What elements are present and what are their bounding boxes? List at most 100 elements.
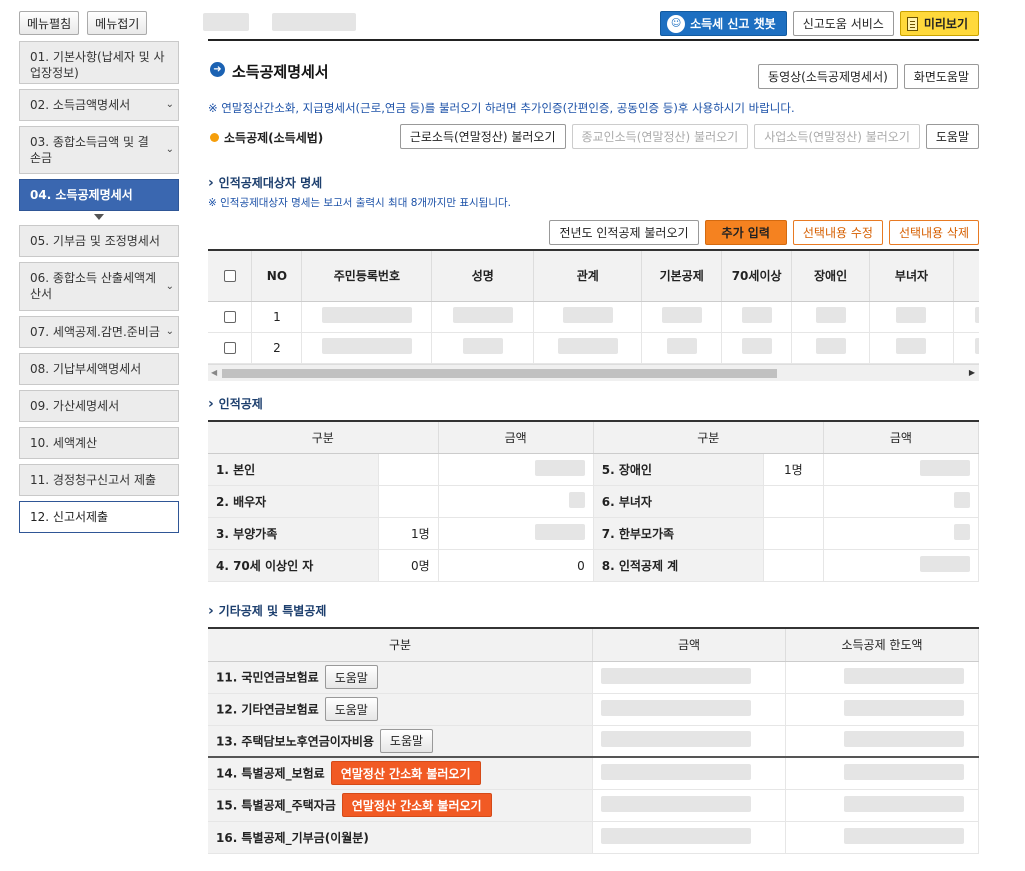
pd-value: [378, 453, 439, 486]
od-limit: [785, 821, 979, 854]
other-pension-help-button[interactable]: 도움말: [324, 697, 378, 721]
sidebar-item-total-income[interactable]: 03. 종합소득금액 및 결손금 ⌄: [19, 126, 179, 174]
pd-label-female-head: 6. 부녀자: [593, 485, 764, 518]
select-all-checkbox[interactable]: [223, 270, 236, 283]
od-limit: [785, 693, 979, 726]
redacted-cell: [533, 301, 643, 333]
col-female-head: 부녀자: [869, 251, 954, 302]
redacted-cell: [301, 301, 433, 333]
page-title: 소득공제명세서: [232, 63, 329, 81]
sidebar-item-deduction-statement[interactable]: 04. 소득공제명세서: [19, 179, 179, 220]
pd-amount: [823, 453, 980, 486]
preview-button[interactable]: 미리보기: [899, 11, 979, 36]
load-prev-year-button[interactable]: 전년도 인적공제 불러오기: [549, 220, 699, 245]
chatbot-button[interactable]: ☺ 소득세 신고 챗봇: [660, 11, 787, 36]
personal-deduction-heading: 인적공제: [208, 395, 979, 412]
od-row-label: 15. 특별공제_주택자금 연말정산 간소화 불러오기: [208, 789, 594, 822]
menu-expand-button[interactable]: 메뉴펼침: [19, 11, 80, 35]
pd-header-row: 구분 금액 구분 금액: [208, 420, 980, 454]
row-no: 2: [251, 332, 303, 364]
top-actions: ☺ 소득세 신고 챗봇 신고도움 서비스 미리보기: [660, 11, 979, 36]
dependents-grid: NO 주민등록번호 성명 관계 기본공제 70세이상 장애인 부녀자 한 1: [208, 249, 979, 364]
deduction-help-button[interactable]: 도움말: [925, 124, 979, 149]
load-insurance-simplified-button[interactable]: 연말정산 간소화 불러오기: [330, 761, 481, 786]
pd-label-disabled: 5. 장애인: [593, 453, 764, 486]
redacted-cell: [791, 301, 871, 333]
auth-notice: ※ 연말정산간소화, 지급명세서(근로,연금 등)를 불러오기 하려면 추가인증…: [208, 101, 795, 115]
sidebar-item-donation[interactable]: 05. 기부금 및 조정명세서: [19, 225, 179, 257]
redacted-cell: [721, 301, 793, 333]
add-dependent-button[interactable]: 추가 입력: [704, 220, 787, 245]
col-no: NO: [251, 251, 303, 302]
row-select-cell: [208, 332, 253, 364]
chevron-down-icon: ⌄: [165, 144, 174, 155]
pension-help-button[interactable]: 도움말: [324, 665, 378, 689]
main-content: ➜ 소득공제명세서 동영상(소득공제명세서) 화면도움말 ※ 연말정산간소화, …: [208, 48, 980, 854]
sidebar-item-tax-credit[interactable]: 07. 세액공제.감면.준비금 ⌄: [19, 316, 179, 348]
od-row-label-text: 16. 특별공제_기부금(이월분): [216, 830, 369, 845]
load-housing-simplified-button[interactable]: 연말정산 간소화 불러오기: [341, 793, 492, 817]
title-row: ➜ 소득공제명세서 동영상(소득공제명세서) 화면도움말: [208, 48, 979, 89]
edit-selected-button[interactable]: 선택내용 수정: [792, 220, 883, 245]
sidebar-item-label: 09. 가산세명세서: [30, 399, 120, 413]
pd-value: [763, 549, 824, 582]
scroll-thumb[interactable]: [222, 368, 777, 378]
redacted-cell: [431, 301, 535, 333]
mortgage-pension-help-button[interactable]: 도움말: [379, 728, 434, 753]
delete-selected-button[interactable]: 선택내용 삭제: [888, 220, 979, 245]
load-religious-income-button: 종교인소득(연말정산) 불러오기: [571, 124, 749, 149]
filing-help-service-button[interactable]: 신고도움 서비스: [792, 11, 894, 36]
horizontal-scrollbar[interactable]: ◀ ▶: [208, 363, 979, 381]
pd-amount: 0: [438, 549, 594, 582]
redacted-cell: [533, 332, 643, 364]
pd-amount: [823, 517, 980, 550]
sidebar-item-label: 12. 신고서제출: [30, 510, 109, 524]
load-earned-income-button[interactable]: 근로소득(연말정산) 불러오기: [399, 124, 566, 149]
col-basic-deduction: 기본공제: [641, 251, 723, 302]
od-col-limit: 소득공제 한도액: [785, 628, 979, 662]
sidebar-item-label: 05. 기부금 및 조정명세서: [30, 234, 160, 248]
row-checkbox[interactable]: [223, 311, 236, 323]
sidebar-item-prepaid-tax[interactable]: 08. 기납부세액명세서: [19, 353, 179, 385]
redacted-taxpayer-info: [203, 13, 249, 31]
sidebar-item-correction-claim[interactable]: 11. 경정청구신고서 제출: [19, 464, 179, 496]
sidebar-item-tax-calculation[interactable]: 10. 세액계산: [19, 427, 179, 459]
chatbot-icon: ☺: [667, 14, 686, 33]
od-limit: [785, 789, 979, 822]
table-row: 11. 국민연금보험료 도움말: [208, 661, 979, 694]
video-guide-button[interactable]: 동영상(소득공제명세서): [758, 64, 898, 89]
grid-header-row: NO 주민등록번호 성명 관계 기본공제 70세이상 장애인 부녀자 한: [208, 251, 979, 302]
od-row-label: 12. 기타연금보험료 도움말: [208, 693, 594, 726]
od-row-label: 13. 주택담보노후연금이자비용 도움말: [208, 725, 594, 758]
col-resident-number: 주민등록번호: [301, 251, 433, 302]
sidebar-item-label: 06. 종합소득 산출세액계산서: [30, 271, 157, 301]
screen-help-button[interactable]: 화면도움말: [903, 64, 979, 89]
preview-label: 미리보기: [923, 17, 968, 31]
chevron-down-icon: ⌄: [165, 280, 174, 292]
redacted-cell: [953, 301, 979, 333]
personal-deduction-table: 구분 금액 구분 금액 1. 본인 5. 장애인 1명 2. 배우자 6. 부녀…: [208, 419, 980, 582]
col-name: 성명: [431, 251, 535, 302]
scroll-right-icon[interactable]: ▶: [969, 368, 975, 377]
sidebar-item-submit-return[interactable]: 12. 신고서제출: [19, 501, 179, 533]
redacted-cell: [953, 332, 979, 364]
menu-collapse-button[interactable]: 메뉴접기: [87, 11, 148, 35]
pd-label-over-70: 4. 70세 이상인 자: [208, 549, 379, 582]
row-checkbox[interactable]: [223, 342, 236, 354]
dependents-heading: 인적공제대상자 명세: [208, 174, 979, 191]
redacted-taxpayer-name: [272, 13, 356, 31]
sidebar-item-basic-info[interactable]: 01. 기본사항(납세자 및 사업장정보): [19, 41, 179, 84]
od-col-amount: 금액: [592, 628, 787, 662]
pd-label-total: 8. 인적공제 계: [593, 549, 764, 582]
sidebar-item-tax-calc-sheet[interactable]: 06. 종합소득 산출세액계산서 ⌄: [19, 262, 179, 311]
sidebar-item-penalty-tax[interactable]: 09. 가산세명세서: [19, 390, 179, 422]
redacted-cell: [641, 301, 723, 333]
col-disabled: 장애인: [791, 251, 871, 302]
table-row[interactable]: 2: [208, 332, 979, 364]
sidebar-item-income-statement[interactable]: 02. 소득금액명세서 ⌄: [19, 89, 179, 121]
dependents-actions: 전년도 인적공제 불러오기 추가 입력 선택내용 수정 선택내용 삭제: [208, 220, 979, 245]
table-row[interactable]: 1: [208, 301, 979, 333]
scroll-left-icon[interactable]: ◀: [211, 368, 217, 377]
row-select-cell: [208, 301, 253, 333]
od-amount: [592, 661, 787, 694]
